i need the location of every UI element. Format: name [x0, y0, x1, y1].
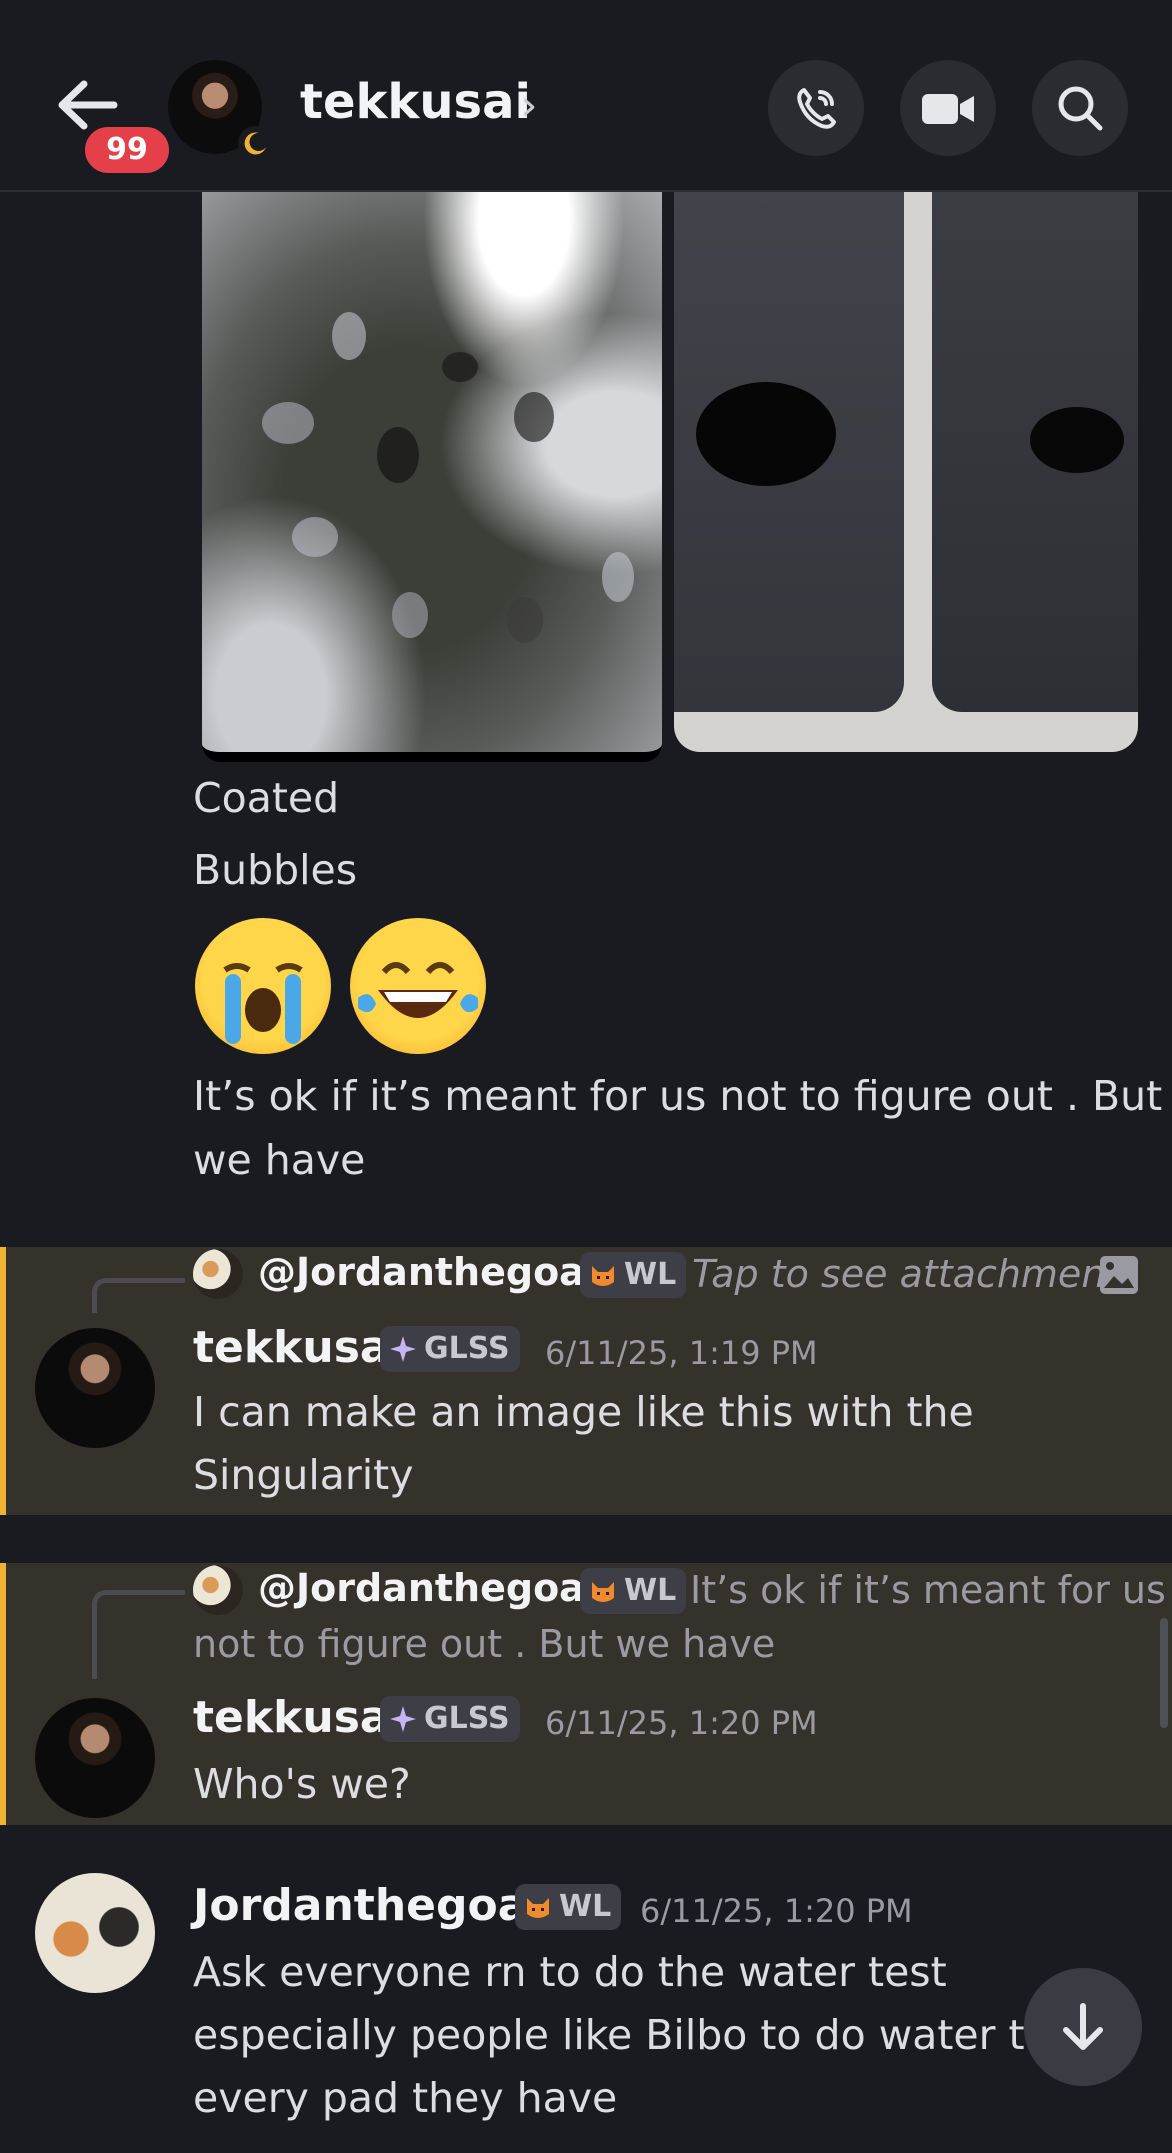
moon-status-icon: [238, 126, 272, 160]
scrollbar[interactable]: [1160, 1618, 1168, 1728]
message-text: we have: [193, 1136, 366, 1184]
glss-tag: GLSS: [380, 1696, 520, 1742]
reply-preview[interactable]: It’s ok if it’s meant for us: [690, 1568, 1166, 1612]
image-icon: [1100, 1256, 1138, 1294]
reply-connector: [92, 1590, 185, 1679]
message-text: Singularity: [193, 1451, 414, 1499]
sparkle-icon: [390, 1706, 416, 1732]
face-with-tears-of-joy-emoji: [350, 918, 486, 1054]
tag-label: WL: [624, 1257, 677, 1292]
voice-call-button[interactable]: [768, 60, 864, 156]
tag-label: GLSS: [424, 1701, 510, 1736]
wl-tag: WL: [580, 1568, 687, 1614]
reply-avatar: [193, 1565, 243, 1615]
arrow-down-icon: [1063, 2003, 1103, 2050]
attachment-image-coated[interactable]: [202, 192, 662, 762]
avatar[interactable]: [35, 1698, 155, 1818]
message-text: especially people like Bilbo to do water…: [193, 2011, 1050, 2059]
author-name[interactable]: tekkusai: [193, 1692, 405, 1743]
video-call-button[interactable]: [900, 60, 996, 156]
video-camera-icon: [922, 94, 974, 124]
jump-to-latest-button[interactable]: [1024, 1968, 1142, 2086]
reply-preview[interactable]: not to figure out . But we have: [193, 1622, 775, 1666]
timestamp: 6/11/25, 1:20 PM: [640, 1892, 913, 1930]
search-button[interactable]: [1032, 60, 1128, 156]
tag-label: WL: [624, 1573, 677, 1608]
reply-preview[interactable]: Tap to see attachment: [692, 1252, 1120, 1296]
phone-call-icon: [797, 88, 836, 129]
sparkle-icon: [390, 1336, 416, 1362]
glss-tag: GLSS: [380, 1326, 520, 1372]
search-icon: [1058, 86, 1103, 131]
avatar[interactable]: [35, 1328, 155, 1448]
reply-avatar: [193, 1249, 243, 1299]
message-text: Ask everyone rn to do the water test: [193, 1948, 947, 1996]
message-text-coated: Coated: [193, 774, 340, 822]
loudly-crying-face-emoji: [195, 918, 331, 1054]
message-text: It’s ok if it’s meant for us not to figu…: [193, 1072, 1163, 1120]
reply-username[interactable]: @Jordanthegoat: [258, 1250, 603, 1294]
channel-title[interactable]: tekkusai: [300, 74, 531, 130]
message-text-bubbles: Bubbles: [193, 846, 358, 894]
tag-label: GLSS: [424, 1331, 510, 1366]
reply-connector: [92, 1278, 185, 1313]
cat-icon: [527, 1898, 549, 1918]
tag-label: WL: [559, 1889, 612, 1924]
author-name[interactable]: tekkusai: [193, 1322, 405, 1373]
timestamp: 6/11/25, 1:19 PM: [545, 1334, 818, 1372]
chevron-right-icon[interactable]: ›: [520, 80, 538, 131]
chat-header: 99 tekkusai ›: [0, 0, 1172, 192]
message-text: every pad they have: [193, 2074, 618, 2122]
avatar[interactable]: [168, 60, 272, 160]
attachment-image-bubbles[interactable]: [674, 192, 1138, 752]
author-name[interactable]: Jordanthegoat: [193, 1880, 548, 1931]
wl-tag: WL: [580, 1252, 687, 1298]
cat-icon: [592, 1582, 614, 1602]
reply-username[interactable]: @Jordanthegoat: [258, 1566, 603, 1610]
avatar[interactable]: [35, 1873, 155, 1993]
unread-badge: 99: [80, 122, 174, 178]
wl-tag: WL: [515, 1884, 622, 1930]
message-text: I can make an image like this with the: [193, 1388, 974, 1436]
timestamp: 6/11/25, 1:20 PM: [545, 1704, 818, 1742]
message-text: Who's we?: [193, 1760, 411, 1808]
cat-icon: [592, 1266, 614, 1286]
